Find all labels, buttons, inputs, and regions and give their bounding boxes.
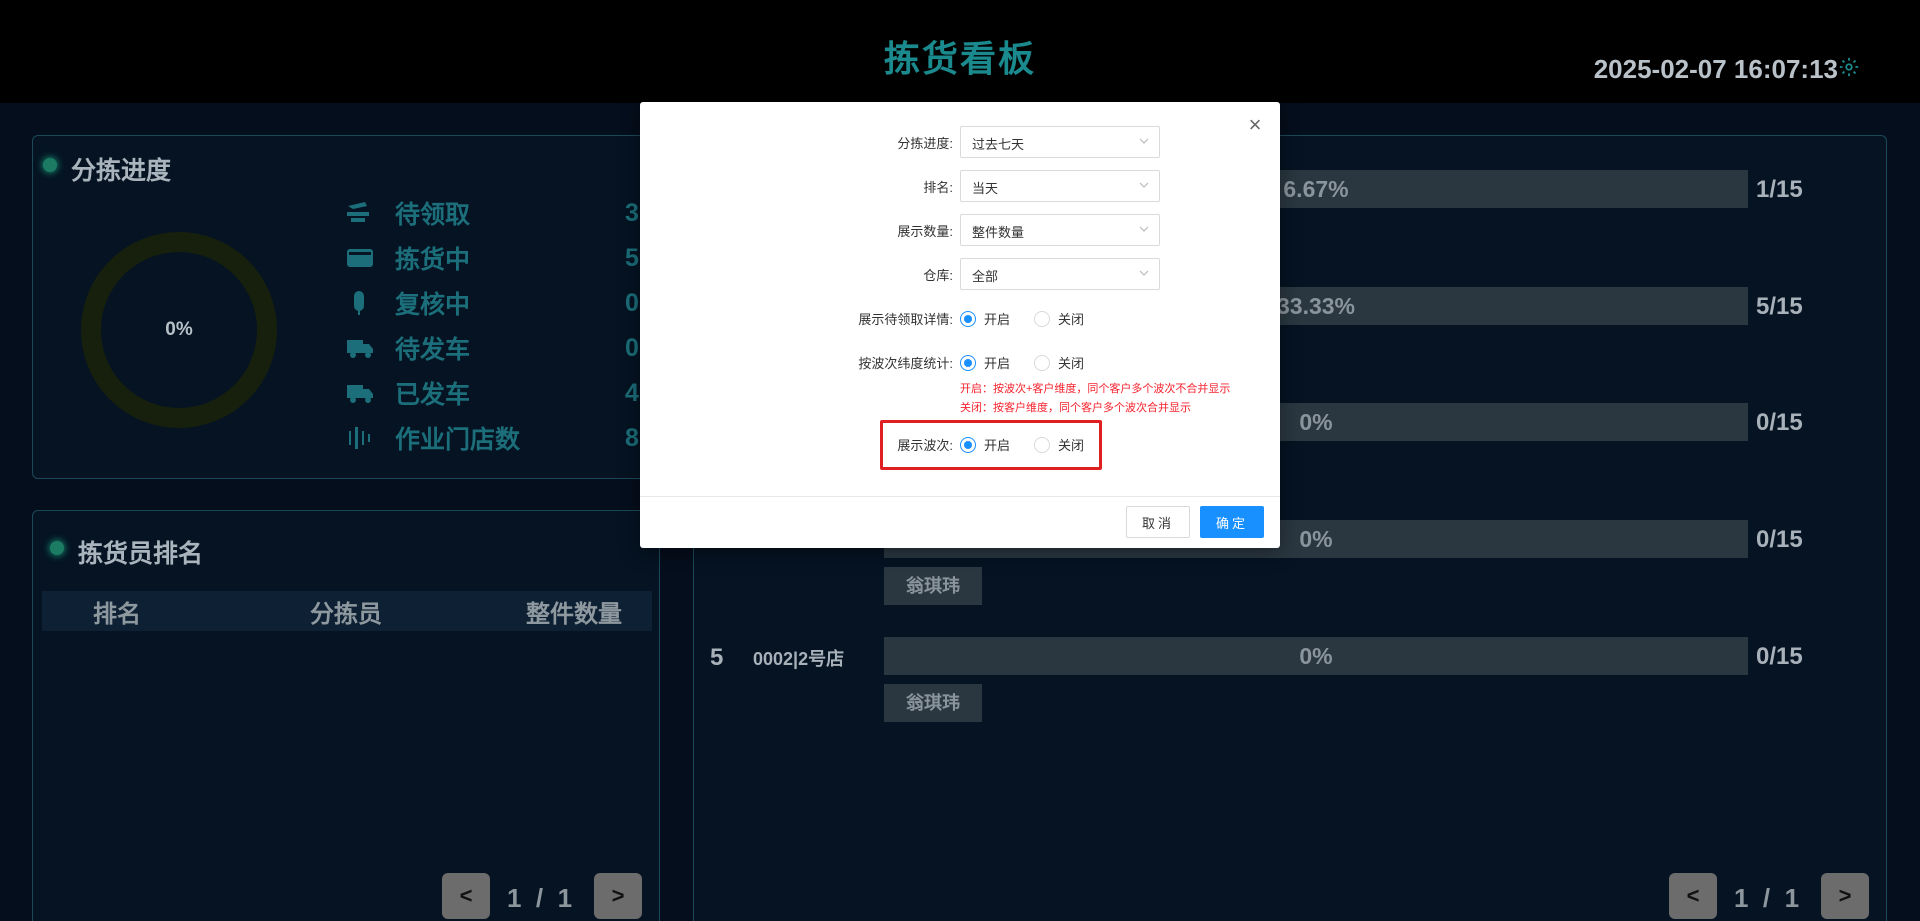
stat-value: 5 xyxy=(625,243,639,272)
progress-fraction: 0/15 xyxy=(1756,409,1803,436)
progress-fraction: 1/15 xyxy=(1756,176,1803,203)
hint-off: 关闭：按客户维度，同个客户多个波次合并显示 xyxy=(960,402,1191,414)
radio-checked-icon xyxy=(960,354,976,371)
progress-select[interactable]: 过去七天 xyxy=(960,126,1160,158)
stat-label: 拣货中 xyxy=(395,246,471,274)
field-label: 按波次纬度统计: xyxy=(858,356,953,371)
ok-button[interactable]: 确定 xyxy=(1200,506,1264,538)
stat-value: 3 xyxy=(625,198,639,227)
progress-fraction: 0/15 xyxy=(1756,526,1803,553)
radio-unchecked-icon xyxy=(1034,310,1051,327)
stat-label: 待发车 xyxy=(395,336,471,364)
quantity-select[interactable]: 整件数量 xyxy=(960,214,1160,246)
next-page-button[interactable]: > xyxy=(1821,873,1869,919)
clip-icon xyxy=(354,291,364,315)
next-page-button[interactable]: > xyxy=(594,873,642,919)
column-header: 分拣员 xyxy=(310,600,382,628)
panel-title: 分拣进度 xyxy=(71,157,172,185)
stat-row: 待领取 3 xyxy=(345,196,639,230)
rank-number: 5 xyxy=(710,644,724,671)
select-value: 全部 xyxy=(972,269,999,284)
column-header: 整件数量 xyxy=(526,600,622,628)
prev-page-button[interactable]: < xyxy=(442,873,490,919)
stat-label: 已发车 xyxy=(395,381,471,409)
stat-label: 作业门店数 xyxy=(395,426,521,454)
cancel-button[interactable]: 取消 xyxy=(1126,506,1190,538)
radio-label: 关闭 xyxy=(1058,356,1085,371)
select-value: 过去七天 xyxy=(972,137,1025,152)
table-header: 排名 分拣员 整件数量 xyxy=(42,591,652,631)
field-wave-stat: 按波次纬度统计: 开启 关闭 xyxy=(640,346,1280,378)
stat-row: 复核中 0 xyxy=(345,286,639,320)
radio-label: 开启 xyxy=(984,312,1011,327)
radio-checked-icon xyxy=(960,310,976,327)
truck-icon xyxy=(347,340,373,358)
radio-off[interactable]: 关闭 xyxy=(1034,353,1084,372)
progress-panel: 分拣进度 0% 待领取 3 拣货中 5 复核中 0 待发车 0 已发车 4 作业… xyxy=(32,135,666,479)
truck-icon xyxy=(347,385,373,403)
highlight-box xyxy=(880,420,1102,470)
stat-row: 已发车 4 xyxy=(345,376,639,410)
radio-label: 开启 xyxy=(984,356,1011,371)
field-progress: 分拣进度: 过去七天 xyxy=(640,126,1280,158)
stat-value: 8 xyxy=(625,423,639,452)
field-quantity: 展示数量: 整件数量 xyxy=(640,214,1280,246)
select-value: 整件数量 xyxy=(972,225,1025,240)
radio-on[interactable]: 开启 xyxy=(960,353,1010,372)
warehouse-select[interactable]: 全部 xyxy=(960,258,1160,290)
stat-label: 待领取 xyxy=(395,201,471,229)
field-label: 展示待领取详情: xyxy=(858,312,953,327)
panel-dot xyxy=(50,541,64,555)
chevron-down-icon xyxy=(1139,138,1149,144)
hint-on: 开启：按波次+客户维度，同个客户多个波次不合并显示 xyxy=(960,383,1231,395)
picker-tag: 翁琪玮 xyxy=(884,684,982,722)
field-rank: 排名: 当天 xyxy=(640,170,1280,202)
radio-unchecked-icon xyxy=(1034,354,1051,371)
settings-modal: × 分拣进度: 过去七天 排名: 当天 展示数量: 整件数量 仓库: 全部 展示… xyxy=(640,102,1280,548)
stat-row: 作业门店数 8 xyxy=(345,421,639,455)
stat-value: 0 xyxy=(625,333,639,362)
bars-icon xyxy=(349,427,370,449)
chevron-down-icon xyxy=(1139,226,1149,232)
field-label: 分拣进度: xyxy=(897,136,953,151)
stat-value: 4 xyxy=(625,378,639,407)
prev-page-button[interactable]: < xyxy=(1669,873,1717,919)
field-label: 展示数量: xyxy=(897,224,953,239)
rank-panel: 拣货员排名 排名 分拣员 整件数量 < 1 / 1 > xyxy=(32,510,660,921)
field-label: 仓库: xyxy=(923,268,953,283)
radio-label: 关闭 xyxy=(1058,312,1085,327)
panel-title: 拣货员排名 xyxy=(78,540,204,568)
modal-divider xyxy=(640,496,1280,497)
donut-percent: 0% xyxy=(165,319,193,340)
column-header: 排名 xyxy=(93,600,141,628)
panel-dot xyxy=(43,158,57,172)
stat-value: 0 xyxy=(625,288,639,317)
store-name: 0002|2号店 xyxy=(753,649,845,669)
rank-select[interactable]: 当天 xyxy=(960,170,1160,202)
field-pending-detail: 展示待领取详情: 开启 关闭 xyxy=(640,302,1280,334)
hand-icon xyxy=(347,202,369,222)
field-label: 排名: xyxy=(923,180,953,195)
progress-percent: 0% xyxy=(1299,643,1333,669)
page-indicator: 1 / 1 xyxy=(1734,883,1800,913)
field-warehouse: 仓库: 全部 xyxy=(640,258,1280,290)
top-bar: 拣货看板 2025-02-07 16:07:13 xyxy=(0,0,1920,103)
radio-group: 开启 关闭 xyxy=(960,353,1108,372)
stat-row: 拣货中 5 xyxy=(345,241,639,275)
card-icon xyxy=(347,249,373,267)
picker-tag: 翁琪玮 xyxy=(884,567,982,605)
chevron-down-icon xyxy=(1139,182,1149,188)
radio-group: 开启 关闭 xyxy=(960,309,1108,328)
page-indicator: 1 / 1 xyxy=(507,883,573,913)
stat-row: 待发车 0 xyxy=(345,331,639,365)
chevron-down-icon xyxy=(1139,270,1149,276)
stat-label: 复核中 xyxy=(395,291,471,319)
progress-fraction: 5/15 xyxy=(1756,293,1803,320)
radio-on[interactable]: 开启 xyxy=(960,309,1010,328)
progress-fraction: 0/15 xyxy=(1756,643,1803,670)
radio-off[interactable]: 关闭 xyxy=(1034,309,1084,328)
gear-icon[interactable] xyxy=(1838,56,1860,78)
select-value: 当天 xyxy=(972,181,999,196)
clock: 2025-02-07 16:07:13 xyxy=(1593,54,1838,84)
